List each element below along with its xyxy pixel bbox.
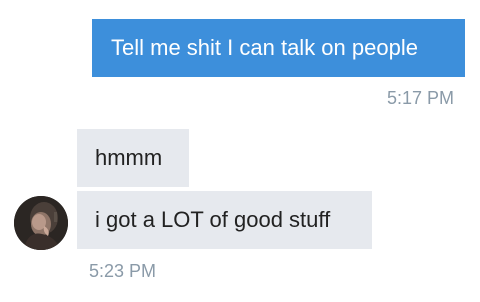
outgoing-message-text: Tell me shit I can talk on people bbox=[111, 35, 418, 60]
incoming-message-bubble[interactable]: i got a LOT of good stuff bbox=[77, 191, 372, 249]
contact-avatar[interactable] bbox=[14, 196, 68, 250]
incoming-message-text: i got a LOT of good stuff bbox=[95, 207, 331, 232]
outgoing-message-timestamp: 5:17 PM bbox=[386, 88, 454, 108]
incoming-message-bubble[interactable]: hmmm bbox=[77, 129, 189, 187]
incoming-message-text: hmmm bbox=[95, 145, 163, 170]
incoming-message-timestamp: 5:23 PM bbox=[89, 261, 157, 281]
user-photo-avatar-icon bbox=[14, 196, 68, 250]
outgoing-message-bubble[interactable]: Tell me shit I can talk on people bbox=[92, 19, 465, 77]
